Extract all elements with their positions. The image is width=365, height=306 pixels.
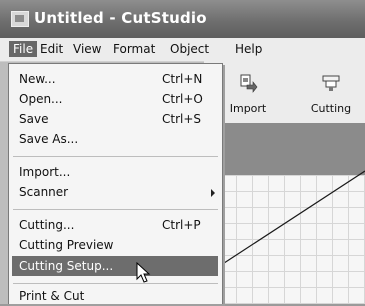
menu-item-open-shortcut: Ctrl+O xyxy=(162,92,203,106)
menu-item-cutting-setup[interactable]: Cutting Setup... xyxy=(12,256,218,276)
menu-item-save-as-label: Save As... xyxy=(19,132,79,146)
menu-item-save-as[interactable]: Save As... xyxy=(15,129,217,149)
app-window: Untitled - CutStudio File Edit View Form… xyxy=(0,0,365,304)
menu-item-cutting-label: Cutting... xyxy=(19,218,75,232)
submenu-arrow-icon xyxy=(211,189,215,197)
menu-item-cutting[interactable]: Cutting... Ctrl+P xyxy=(15,215,217,235)
menu-item-import[interactable]: Import... xyxy=(15,162,217,182)
menu-item-open[interactable]: Open... Ctrl+O xyxy=(15,89,217,109)
menu-item-save-label: Save xyxy=(19,112,49,126)
menu-item-save-shortcut: Ctrl+S xyxy=(162,112,202,126)
menu-item-cutting-preview-label: Cutting Preview xyxy=(19,238,114,252)
menu-separator xyxy=(13,283,218,284)
menu-item-new[interactable]: New... Ctrl+N xyxy=(15,69,217,89)
menu-separator xyxy=(13,156,218,157)
mouse-cursor-icon xyxy=(136,262,151,283)
menu-item-print-cut[interactable]: Print & Cut xyxy=(15,286,217,306)
menu-item-cutting-setup-label: Cutting Setup... xyxy=(19,259,114,273)
menu-item-scanner[interactable]: Scanner xyxy=(15,182,217,202)
menu-item-cutting-shortcut: Ctrl+P xyxy=(162,218,201,232)
menu-item-new-label: New... xyxy=(19,72,56,86)
menu-item-import-label: Import... xyxy=(19,165,71,179)
menu-item-save[interactable]: Save Ctrl+S xyxy=(15,109,217,129)
menu-item-cutting-preview[interactable]: Cutting Preview xyxy=(15,235,217,255)
file-menu-dropdown: New... Ctrl+N Open... Ctrl+O Save Ctrl+S… xyxy=(8,63,223,304)
menu-item-open-label: Open... xyxy=(19,92,63,106)
menu-separator xyxy=(13,209,218,210)
menu-item-new-shortcut: Ctrl+N xyxy=(162,72,203,86)
menu-item-scanner-label: Scanner xyxy=(19,185,69,199)
menu-item-print-cut-label: Print & Cut xyxy=(19,289,85,303)
